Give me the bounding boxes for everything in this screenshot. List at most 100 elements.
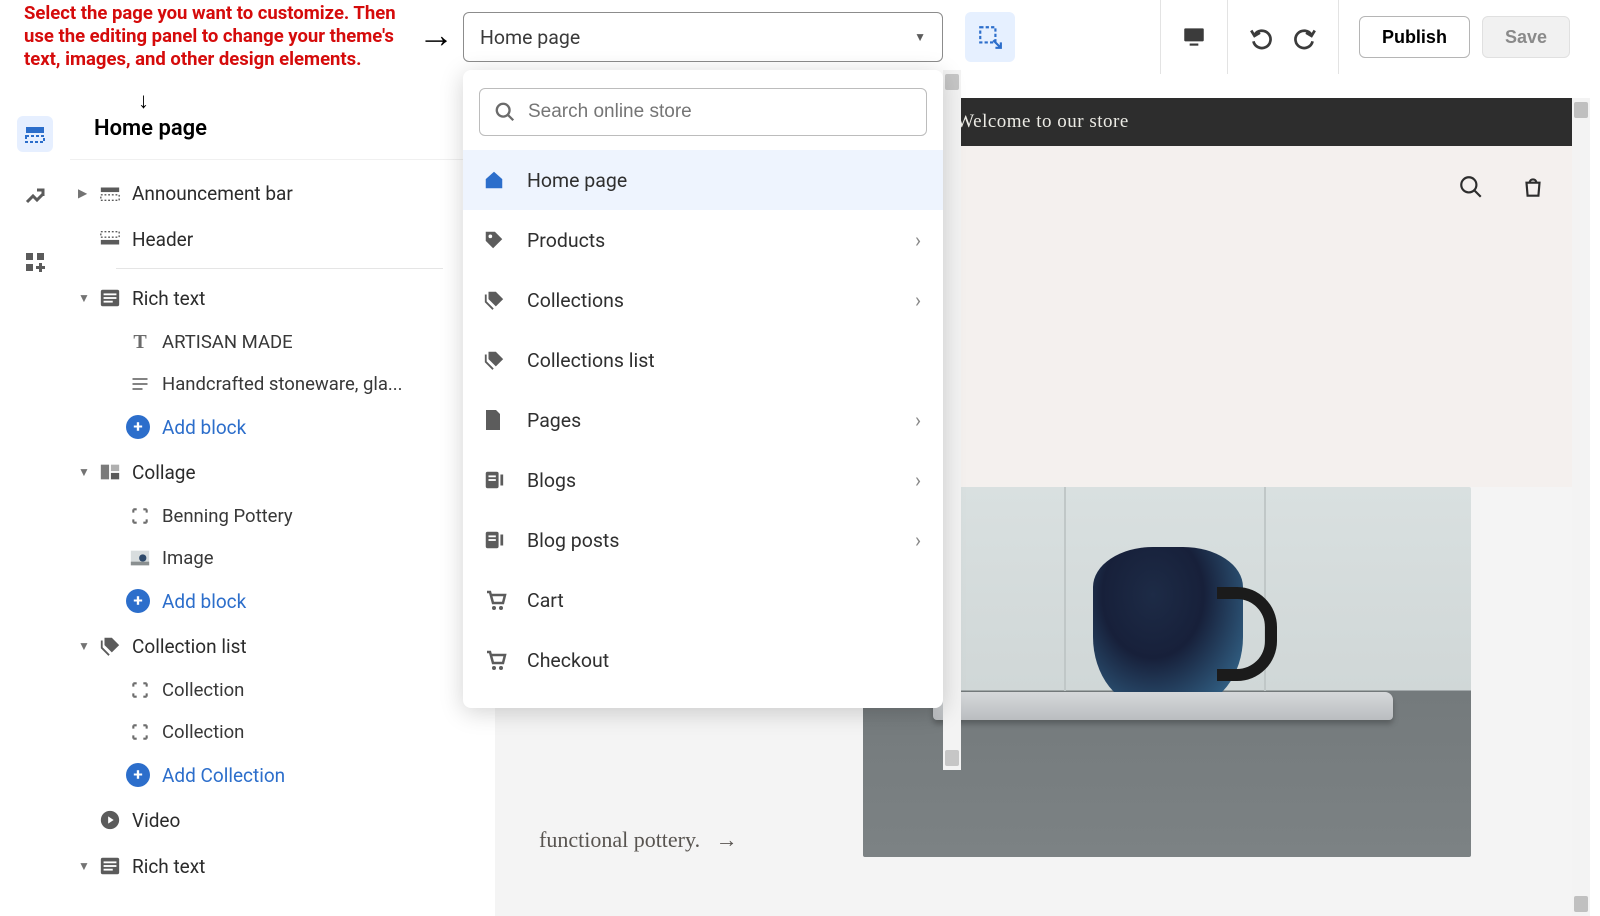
plus-icon: +: [126, 415, 150, 439]
chevron-right-icon: ›: [915, 528, 921, 552]
section-label: Collage: [132, 461, 196, 484]
plus-icon: +: [126, 763, 150, 787]
section-rich-text-2[interactable]: ▼ Rich text: [70, 843, 465, 889]
caret-down-icon: ▼: [78, 639, 96, 653]
arrow-right-icon: →: [418, 14, 454, 56]
dd-collections[interactable]: Collections ›: [463, 270, 943, 330]
blog-post-icon: [483, 529, 517, 551]
chevron-right-icon: ›: [915, 468, 921, 492]
undo-icon[interactable]: [1248, 24, 1274, 50]
checkout-icon: [483, 648, 517, 672]
redo-icon[interactable]: [1292, 24, 1318, 50]
blog-icon: [483, 469, 517, 491]
preview-pottery-text: functional pottery. →: [539, 822, 839, 857]
section-announcement-bar[interactable]: ▶ Announcement bar: [70, 170, 465, 216]
tree-title: Home page: [70, 98, 465, 160]
desktop-preview-icon[interactable]: [1181, 24, 1207, 50]
dd-checkout[interactable]: Checkout: [463, 630, 943, 690]
cart-icon: [483, 588, 517, 612]
block-label: Collection: [162, 721, 244, 743]
section-video[interactable]: Video: [70, 797, 465, 843]
block-label: Benning Pottery: [162, 505, 293, 527]
preview-scrollbar[interactable]: [1572, 98, 1590, 916]
chevron-right-icon: ›: [915, 408, 921, 432]
caret-down-icon: ▼: [914, 30, 926, 44]
rich-text-icon: [96, 852, 124, 880]
block-heading[interactable]: T ARTISAN MADE: [70, 321, 465, 363]
section-label: Announcement bar: [132, 182, 293, 205]
page-selector-label: Home page: [480, 26, 580, 49]
dd-products[interactable]: Products ›: [463, 210, 943, 270]
chevron-right-icon: ›: [915, 288, 921, 312]
section-collection-list[interactable]: ▼ Collection list: [70, 623, 465, 669]
add-label: Add block: [162, 590, 246, 613]
add-block-collage[interactable]: + Add block: [70, 579, 465, 623]
search-icon: [494, 101, 516, 123]
block-label: Image: [162, 547, 214, 569]
chevron-right-icon: ›: [915, 228, 921, 252]
dd-label: Collections: [527, 289, 624, 312]
save-button[interactable]: Save: [1482, 16, 1570, 58]
frame-icon: [126, 718, 154, 746]
rail-sections-icon[interactable]: [17, 116, 53, 152]
caret-down-icon: ▼: [78, 859, 96, 873]
dd-label: Products: [527, 229, 605, 252]
block-label: Collection: [162, 679, 244, 701]
dd-pages[interactable]: Pages ›: [463, 390, 943, 450]
frame-icon: [126, 502, 154, 530]
add-label: Add Collection: [162, 764, 285, 787]
caret-down-icon: ▼: [78, 465, 96, 479]
section-label: Video: [132, 809, 180, 832]
section-collage[interactable]: ▼ Collage: [70, 449, 465, 495]
image-thumb-icon: [126, 544, 154, 572]
dropdown-scrollbar[interactable]: [943, 70, 961, 770]
section-rich-text[interactable]: ▼ Rich text: [70, 275, 465, 321]
left-rail: [0, 98, 70, 916]
text-lines-icon: [126, 370, 154, 398]
block-text[interactable]: Handcrafted stoneware, gla...: [70, 363, 465, 405]
plus-icon: +: [126, 589, 150, 613]
dd-label: Home page: [527, 169, 627, 192]
section-label: Collection list: [132, 635, 247, 658]
add-collection[interactable]: + Add Collection: [70, 753, 465, 797]
tag-icon: [483, 229, 517, 251]
search-input[interactable]: [528, 101, 912, 123]
preview-cart-icon[interactable]: [1520, 174, 1546, 200]
block-label: Handcrafted stoneware, gla...: [162, 373, 403, 395]
block-collection-1[interactable]: Collection: [70, 669, 465, 711]
collections-icon: [96, 632, 124, 660]
collage-icon: [96, 458, 124, 486]
arrow-down-icon: ↓: [138, 88, 149, 114]
dd-home-page[interactable]: Home page: [463, 150, 943, 210]
pot-line-2: functional pottery.: [539, 827, 700, 852]
dd-blogs[interactable]: Blogs ›: [463, 450, 943, 510]
add-block-rich-text[interactable]: + Add block: [70, 405, 465, 449]
dd-cart[interactable]: Cart: [463, 570, 943, 630]
page-selector-dropdown[interactable]: Home page ▼: [463, 12, 943, 62]
block-benning-pottery[interactable]: Benning Pottery: [70, 495, 465, 537]
block-collection-2[interactable]: Collection: [70, 711, 465, 753]
dd-label: Blog posts: [527, 529, 619, 552]
dd-label: Checkout: [527, 649, 609, 672]
rail-apps-icon[interactable]: [17, 244, 53, 280]
section-header[interactable]: Header: [70, 216, 465, 262]
section-picker-button[interactable]: [965, 12, 1015, 62]
section-label: Rich text: [132, 855, 205, 878]
text-heading-icon: T: [126, 328, 154, 356]
preview-search-icon[interactable]: [1458, 174, 1484, 200]
search-online-store[interactable]: [479, 88, 927, 136]
caret-right-icon: ▶: [78, 186, 96, 200]
publish-button[interactable]: Publish: [1359, 16, 1470, 58]
rail-theme-settings-icon[interactable]: [17, 180, 53, 216]
dd-label: Cart: [527, 589, 564, 612]
block-image[interactable]: Image: [70, 537, 465, 579]
add-label: Add block: [162, 416, 246, 439]
dd-label: Collections list: [527, 349, 655, 372]
play-icon: [96, 806, 124, 834]
dd-blog-posts[interactable]: Blog posts ›: [463, 510, 943, 570]
instruction-annotation: Select the page you want to customize. T…: [24, 2, 404, 71]
collections-list-icon: [483, 349, 517, 371]
dd-collections-list[interactable]: Collections list: [463, 330, 943, 390]
block-label: ARTISAN MADE: [162, 331, 293, 353]
page-icon: [483, 408, 517, 432]
